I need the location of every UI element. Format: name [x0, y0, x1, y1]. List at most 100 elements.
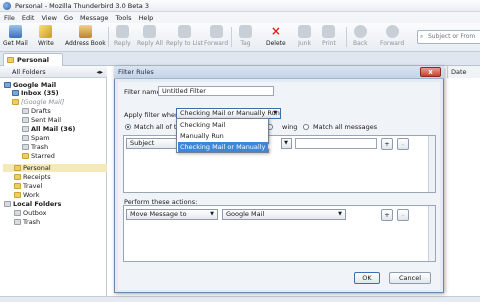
menu-message[interactable]: Message: [80, 14, 109, 22]
remove-criteria-button[interactable]: -: [397, 138, 409, 150]
header-nav-arrows[interactable]: ◂▸: [96, 66, 103, 78]
action-target-dropdown[interactable]: Google Mail ▼: [222, 209, 346, 220]
menu-bar: File Edit View Go Message Tools Help: [0, 12, 480, 23]
folder-local-trash[interactable]: Trash: [14, 218, 40, 226]
close-icon[interactable]: x: [420, 67, 441, 77]
chevron-down-icon: ▼: [284, 140, 288, 146]
outbox-icon: [14, 210, 21, 216]
folder-pane-header[interactable]: All Folders ◂▸: [0, 66, 107, 78]
add-criteria-button[interactable]: +: [381, 138, 393, 150]
folder-icon: [22, 153, 29, 159]
forward-nav-button[interactable]: Forward: [380, 25, 404, 47]
folder-icon: [14, 165, 21, 171]
folder-inbox[interactable]: Inbox (35): [12, 89, 59, 97]
match-all-radio[interactable]: [125, 124, 131, 130]
status-bar: [0, 296, 480, 302]
folder-work[interactable]: Work: [14, 191, 39, 199]
folder-starred[interactable]: Starred: [22, 152, 55, 160]
folder-drafts[interactable]: Drafts: [22, 107, 51, 115]
spam-icon: [22, 135, 29, 141]
tab-bar: [0, 52, 480, 66]
junk-button[interactable]: Junk: [298, 25, 311, 47]
match-any-label-tail: wing: [282, 123, 298, 131]
folder-google-mail-group[interactable]: [Google Mail]: [12, 98, 64, 106]
menu-help[interactable]: Help: [138, 14, 153, 22]
main-toolbar: Get Mail Write Address Book Reply Reply …: [0, 23, 480, 52]
option-checking-mail[interactable]: Checking Mail: [178, 120, 268, 130]
add-action-button[interactable]: +: [381, 209, 393, 221]
option-checking-mail-or-manually-run[interactable]: Checking Mail or Manually Run: [178, 142, 280, 152]
ok-button[interactable]: OK: [354, 272, 380, 284]
folder-icon: [14, 174, 21, 180]
forward-arrow-icon: [385, 25, 399, 38]
trash-icon: [22, 144, 29, 150]
filter-name-field[interactable]: Untitled Filter: [158, 86, 274, 96]
apply-filter-label: Apply filter when:: [124, 111, 182, 119]
remove-action-button[interactable]: -: [397, 209, 409, 221]
folder-travel[interactable]: Travel: [14, 182, 42, 190]
junk-icon: [298, 25, 311, 38]
tab-personal[interactable]: Personal: [3, 53, 63, 66]
criteria-operator-dropdown[interactable]: ▼: [281, 138, 292, 149]
folder-receipts[interactable]: Receipts: [14, 173, 51, 181]
match-all-messages-label: Match all messages: [313, 123, 378, 131]
print-icon: [322, 25, 336, 38]
filter-name-label: Filter name:: [124, 88, 163, 96]
tag-icon: [239, 25, 252, 38]
option-manually-run[interactable]: Manually Run: [178, 131, 268, 141]
folder-all-mail[interactable]: All Mail (36): [22, 125, 75, 133]
mail-account-icon: [4, 82, 11, 88]
address-book-button[interactable]: Address Book: [65, 25, 106, 47]
match-all-messages-radio[interactable]: [303, 124, 309, 130]
folder-sent-mail[interactable]: Sent Mail: [22, 116, 61, 124]
menu-view[interactable]: View: [41, 14, 56, 22]
folder-local-folders[interactable]: Local Folders: [4, 200, 61, 208]
back-button[interactable]: Back: [353, 25, 368, 47]
folder-icon: [14, 183, 21, 189]
window-title: Personal - Mozilla Thunderbird 3.0 Beta …: [15, 1, 149, 10]
reply-button[interactable]: Reply: [114, 25, 131, 47]
delete-icon: ×: [270, 24, 281, 38]
menu-edit[interactable]: Edit: [22, 14, 35, 22]
sent-icon: [22, 117, 29, 123]
folder-personal[interactable]: Personal: [14, 164, 51, 172]
column-header-date[interactable]: Date: [447, 66, 480, 78]
local-folders-icon: [4, 201, 11, 207]
cancel-button[interactable]: Cancel: [389, 272, 431, 284]
criteria-field-dropdown[interactable]: Subject: [126, 138, 178, 149]
folder-trash[interactable]: Trash: [22, 143, 48, 151]
tag-button[interactable]: Tag: [239, 25, 252, 47]
get-mail-button[interactable]: Get Mail: [3, 25, 28, 47]
print-button[interactable]: Print: [322, 25, 336, 47]
criteria-value-field[interactable]: [295, 138, 377, 149]
write-button[interactable]: Write: [38, 25, 54, 47]
trash-icon: [14, 219, 21, 225]
reply-icon: [115, 25, 129, 38]
menu-tools[interactable]: Tools: [115, 14, 131, 22]
folder-outbox[interactable]: Outbox: [14, 209, 47, 217]
delete-button[interactable]: × Delete: [266, 24, 286, 48]
drafts-icon: [22, 108, 29, 114]
reply-list-button[interactable]: Reply to List: [166, 25, 203, 47]
search-input[interactable]: ⌕ Subject or From: [417, 30, 480, 44]
criteria-scrollbar[interactable]: [428, 136, 435, 192]
forward-button[interactable]: Forward: [204, 25, 228, 47]
menu-file[interactable]: File: [4, 14, 15, 22]
action-type-dropdown[interactable]: Move Message to ▼: [126, 209, 218, 220]
dialog-title-bar: Filter Rules: [114, 66, 444, 79]
folder-icon: [7, 57, 14, 63]
address-book-icon: [78, 25, 92, 38]
all-mail-icon: [22, 126, 29, 132]
folder-google-mail[interactable]: Google Mail: [4, 81, 56, 89]
reply-all-icon: [143, 25, 157, 38]
actions-scrollbar[interactable]: [428, 206, 435, 261]
reply-all-button[interactable]: Reply All: [137, 25, 163, 47]
write-icon: [39, 25, 53, 38]
folder-spam[interactable]: Spam: [22, 134, 50, 142]
chevron-down-icon: ▼: [273, 110, 277, 116]
search-icon: ⌕: [420, 33, 424, 40]
back-arrow-icon: [353, 25, 367, 38]
chevron-down-icon: ▼: [338, 211, 342, 217]
folder-icon: [14, 192, 21, 198]
menu-go[interactable]: Go: [64, 14, 73, 22]
